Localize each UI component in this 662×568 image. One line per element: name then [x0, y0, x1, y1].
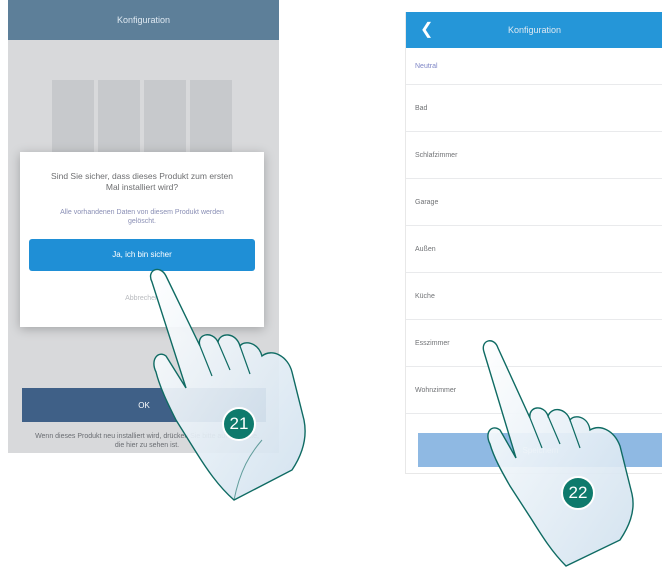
left-title: Konfiguration	[116, 15, 171, 25]
room-item-aussen[interactable]: Außen	[406, 226, 662, 273]
confirm-button[interactable]: Ja, ich bin sicher	[29, 238, 255, 271]
save-button[interactable]: Speichern	[418, 433, 662, 467]
left-title-bar: Konfiguration	[8, 0, 279, 40]
background-grid	[52, 80, 232, 160]
room-list: Neutral Bad Schlafzimmer Garage Außen Kü…	[406, 48, 662, 414]
room-item-garage[interactable]: Garage	[406, 179, 662, 226]
room-item-kueche[interactable]: Küche	[406, 273, 662, 320]
room-item-schlafzimmer[interactable]: Schlafzimmer	[406, 132, 662, 179]
dialog-question: Sind Sie sicher, dass dieses Produkt zum…	[51, 171, 233, 193]
confirm-dialog: Sind Sie sicher, dass dieses Produkt zum…	[20, 152, 264, 327]
back-icon[interactable]: ❮	[420, 22, 433, 38]
right-phone-screen: ❮ Konfiguration Neutral Bad Schlafzimmer…	[405, 12, 662, 474]
dialog-warning: Alle vorhandenen Daten von diesem Produk…	[60, 208, 224, 226]
left-phone-screen: Konfiguration Sind Sie sicher, dass dies…	[8, 0, 279, 453]
room-item-wohnzimmer[interactable]: Wohnzimmer	[406, 367, 662, 414]
right-title-bar: ❮ Konfiguration	[406, 12, 662, 48]
step-badge-21: 21	[222, 407, 256, 441]
right-title: Konfiguration	[507, 25, 562, 35]
room-item-bad[interactable]: Bad	[406, 85, 662, 132]
cancel-button[interactable]: Abbrechen	[20, 295, 264, 302]
step-badge-22: 22	[561, 476, 595, 510]
room-item-esszimmer[interactable]: Esszimmer	[406, 320, 662, 367]
room-item-neutral[interactable]: Neutral	[406, 48, 662, 85]
